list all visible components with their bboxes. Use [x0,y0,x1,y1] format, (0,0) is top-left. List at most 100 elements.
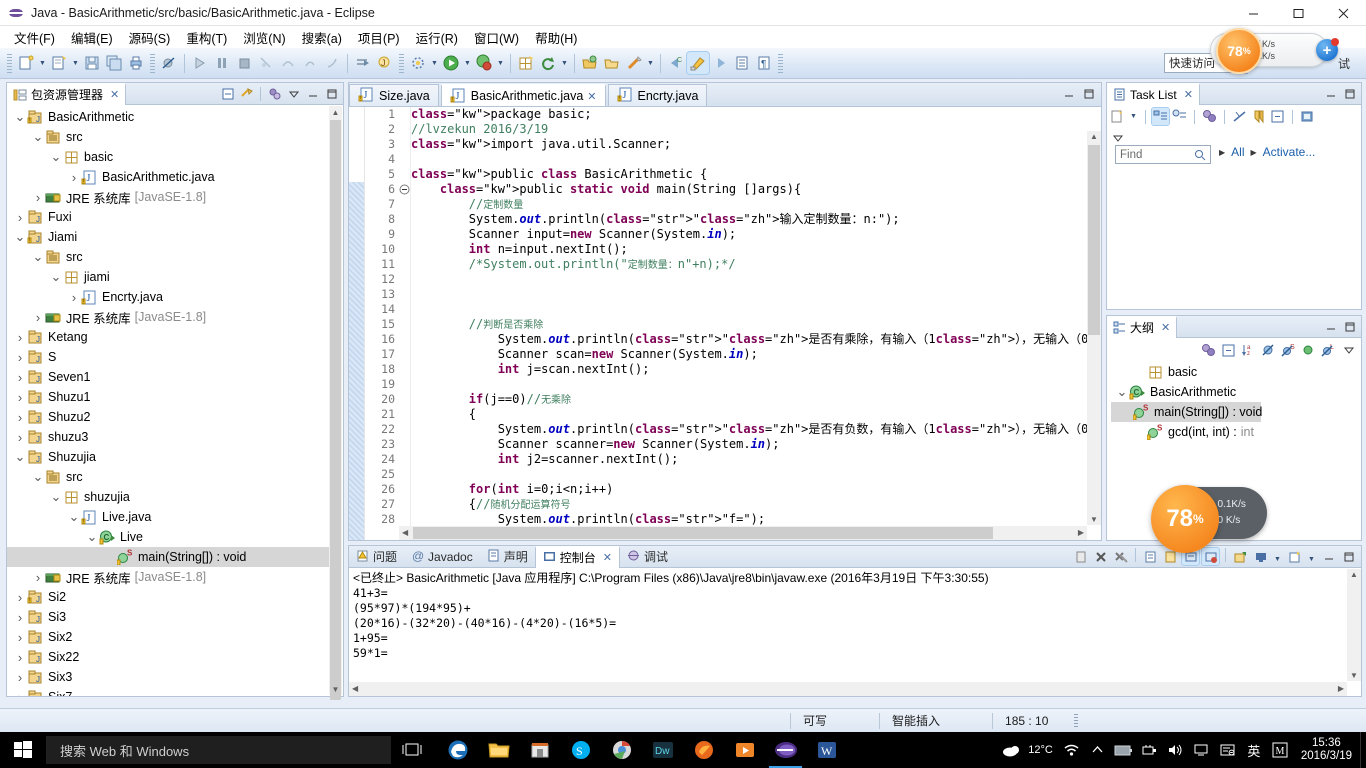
close-icon[interactable]: ✕ [110,88,119,101]
terminate-icon[interactable] [1092,548,1109,565]
new-annotation-dropdown-icon[interactable]: ▼ [429,52,440,74]
twisty-expanded-icon[interactable]: ⌄ [31,247,45,267]
twisty-collapsed-icon[interactable]: › [13,427,27,447]
maximize-button[interactable] [1276,0,1321,26]
code-line[interactable] [411,287,1101,302]
editor-tab-encrty-java[interactable]: J! Encrty.java [607,84,708,106]
twisty-collapsed-icon[interactable]: › [31,307,45,327]
windows-logo-icon[interactable] [0,732,46,768]
twisty-collapsed-icon[interactable]: › [13,627,27,647]
tree-item-selected[interactable]: Smain(String[]) : void [7,547,329,567]
taskbar-skype-icon[interactable]: S [560,732,601,768]
tree-item[interactable]: › J Seven1 [7,367,329,387]
editor-tab-basicarithmetic-java[interactable]: J! BasicArithmetic.java ✕ [440,84,606,106]
scroll-down-icon[interactable]: ▼ [330,683,341,695]
terminate-icon[interactable] [233,52,255,74]
new-wizard-icon[interactable] [15,52,37,74]
taskbar-firefox-icon[interactable] [683,732,724,768]
code-line[interactable]: System.out.println(class="str">"class="z… [411,332,1101,347]
tree-item[interactable]: › J Six7 [7,687,329,696]
taskbar-search-input[interactable]: 搜索 Web 和 Windows [46,736,391,764]
editor-source-code[interactable]: class="kw">package basic;//lvzekun 2016/… [411,107,1101,527]
cpu-percent-badge-mid[interactable]: 78% [1151,485,1219,553]
tree-item[interactable]: › Jshuzu3 [7,427,329,447]
menu-help[interactable]: 帮助(H) [527,26,585,49]
twisty-collapsed-icon[interactable]: › [13,207,27,227]
code-line[interactable]: /*System.out.println("定制数量：n"+n);*/ [411,257,1101,272]
pilcrow-icon[interactable]: ¶ [753,52,775,74]
tree-item[interactable]: ⌄ jiami [7,267,329,287]
close-icon[interactable]: ✕ [603,551,612,564]
twisty-collapsed-icon[interactable]: › [13,407,27,427]
tree-item[interactable]: ⌄ J! Live.java [7,507,329,527]
open-type-icon[interactable]: J [374,52,396,74]
twisty-expanded-icon[interactable]: ⌄ [85,527,99,547]
activate-expand-icon[interactable]: ▶ [1251,148,1257,157]
new-wizard-dropdown-icon[interactable]: ▼ [37,52,48,74]
tree-item[interactable]: › J Si3 [7,607,329,627]
action-center-icon[interactable] [1215,732,1241,768]
status-resize-grip[interactable] [1074,713,1079,728]
suspend-icon[interactable] [211,52,233,74]
tab-package-explorer[interactable]: 包资源管理器 ✕ [7,82,127,105]
resume-icon[interactable] [189,52,211,74]
console-output[interactable]: 41+3= (95*97)*(194*95)+ (20*16)-(32*20)-(4… [353,586,1345,680]
last-edit-dropdown-icon[interactable]: ▼ [645,52,656,74]
editor-scroll-up-icon[interactable]: ▲ [1090,132,1098,141]
back-icon[interactable]: C [665,52,687,74]
forward-icon[interactable] [709,52,731,74]
external-tools-icon[interactable] [352,52,374,74]
display-selected-console-icon[interactable] [1142,548,1159,565]
last-edit-location-icon[interactable] [623,52,645,74]
tree-item[interactable]: ⌄ basic [7,147,329,167]
toolbar-grip-4[interactable] [778,53,783,73]
sort-icon[interactable]: az [1240,342,1257,359]
code-line[interactable] [411,272,1101,287]
twisty-collapsed-icon[interactable]: › [31,567,45,587]
menu-source[interactable]: 源码(S) [121,26,179,49]
code-line[interactable]: class="kw">public static void main(Strin… [411,182,1101,197]
twisty-collapsed-icon[interactable]: › [13,327,27,347]
console-tab-问题[interactable]: 问题 [349,546,404,568]
collapse-all-icon[interactable] [1220,342,1237,359]
step-return-icon[interactable] [299,52,321,74]
code-line[interactable]: class="kw">package basic; [411,107,1101,122]
maximize-icon[interactable] [1341,319,1358,336]
filter-icon[interactable] [1250,108,1267,125]
scrollbar-thumb[interactable] [330,120,341,700]
view-menu-icon[interactable] [285,86,302,103]
console-vertical-scrollbar[interactable]: ▲ ▼ [1347,569,1361,681]
focus-on-active-task-icon[interactable] [1200,342,1217,359]
open-console-icon[interactable] [1232,548,1249,565]
twisty-expanded-icon[interactable]: ⌄ [13,447,27,467]
outline-item[interactable]: ⌄ C BasicArithmetic [1111,382,1359,402]
ime-mode-indicator[interactable]: M [1267,732,1293,768]
new-task-dropdown-icon[interactable]: ▼ [1128,106,1139,128]
minimize-button[interactable] [1231,0,1276,26]
close-icon[interactable]: ✕ [587,90,596,103]
new-package-icon[interactable] [515,52,537,74]
activate-link[interactable]: Activate... [1263,145,1316,159]
tree-item[interactable]: › J Fuxi [7,207,329,227]
code-line[interactable] [411,152,1101,167]
code-line[interactable]: //定制数量 [411,197,1101,212]
show-console-on-error-icon[interactable] [1201,547,1220,566]
hide-local-types-icon[interactable]: L [1320,342,1337,359]
code-line[interactable]: class="kw">public class BasicArithmetic … [411,167,1101,182]
view-menu-icon[interactable] [1340,342,1357,359]
maximize-icon[interactable] [323,86,340,103]
volume-icon[interactable] [1163,732,1189,768]
toolbar-grip-2[interactable] [150,53,155,73]
tree-item[interactable]: › JRE 系统库 [JavaSE-1.8] [7,307,329,327]
tree-item[interactable]: › J Ketang [7,327,329,347]
taskbar-player-icon[interactable] [724,732,765,768]
minimize-icon[interactable] [1322,319,1339,336]
taskbar-store-icon[interactable] [519,732,560,768]
tree-item[interactable]: › J Six2 [7,627,329,647]
new-console-dropdown-icon[interactable]: ▼ [1306,548,1317,570]
skip-breakpoints-icon[interactable] [158,52,180,74]
code-line[interactable]: //判断是否乘除 [411,317,1101,332]
taskbar-word-icon[interactable]: W [806,732,847,768]
twisty-collapsed-icon[interactable]: › [13,687,27,697]
twisty-collapsed-icon[interactable]: › [13,587,27,607]
